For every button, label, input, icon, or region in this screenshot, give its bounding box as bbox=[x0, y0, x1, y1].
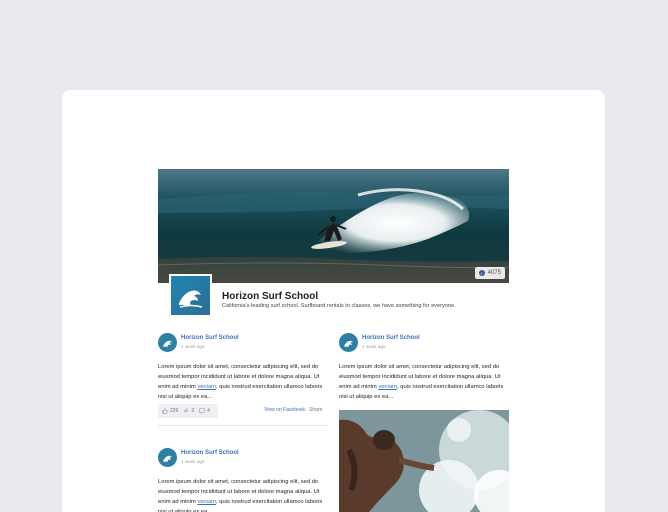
comment-count: 4 bbox=[207, 408, 210, 414]
page-description: California's leading surf school. Surfbo… bbox=[222, 303, 456, 309]
wave-logo-icon bbox=[162, 340, 172, 347]
post-avatar[interactable] bbox=[158, 333, 177, 352]
post: Horizon Surf School 1 week ago Lorem ips… bbox=[339, 333, 509, 403]
thumbs-up-icon bbox=[162, 408, 168, 414]
post-avatar[interactable] bbox=[339, 333, 358, 352]
post: Horizon Surf School 1 week ago Lorem ips… bbox=[158, 448, 328, 512]
wave-logo-icon bbox=[178, 290, 202, 308]
share-count: 3 bbox=[191, 408, 195, 414]
post-author[interactable]: Horizon Surf School bbox=[181, 450, 239, 456]
like-count: 4075 bbox=[487, 270, 501, 276]
feed-card bbox=[62, 90, 605, 512]
divider bbox=[158, 425, 328, 426]
wave-logo-icon bbox=[162, 455, 172, 462]
like-count: 229 bbox=[170, 408, 179, 414]
post-time[interactable]: 1 week ago bbox=[181, 459, 205, 464]
cover-photo: f 4075 bbox=[158, 169, 509, 283]
post-time[interactable]: 1 week ago bbox=[181, 344, 205, 349]
post-link[interactable]: veniam bbox=[197, 499, 216, 505]
share-icon bbox=[184, 408, 190, 413]
post-actions: 229 3 4 bbox=[158, 404, 218, 418]
post-photo[interactable] bbox=[339, 410, 509, 512]
post-link[interactable]: veniam bbox=[197, 384, 216, 390]
post-author[interactable]: Horizon Surf School bbox=[181, 335, 239, 341]
like-action[interactable]: 229 bbox=[162, 408, 178, 414]
share-link[interactable]: · Share bbox=[306, 407, 322, 413]
post-text: Lorem ipsum dolor sit amet, consectetur … bbox=[158, 477, 328, 512]
page-logo[interactable] bbox=[169, 274, 212, 317]
post-text: Lorem ipsum dolor sit amet, consectetur … bbox=[339, 362, 509, 402]
post: Horizon Surf School 1 week ago Lorem ips… bbox=[158, 333, 328, 433]
cover-like-count[interactable]: f 4075 bbox=[474, 267, 505, 279]
share-label: Share bbox=[309, 407, 323, 413]
wave-logo-icon bbox=[343, 340, 353, 347]
post-avatar[interactable] bbox=[158, 448, 177, 467]
post-link[interactable]: veniam bbox=[378, 384, 397, 390]
comment-action[interactable]: 4 bbox=[199, 408, 210, 414]
facebook-icon: f bbox=[478, 270, 485, 276]
post-text: Lorem ipsum dolor sit amet, consectetur … bbox=[158, 362, 328, 402]
share-action[interactable]: 3 bbox=[183, 408, 194, 414]
post-author[interactable]: Horizon Surf School bbox=[362, 335, 420, 341]
post-time[interactable]: 1 week ago bbox=[362, 344, 386, 349]
page-title[interactable]: Horizon Surf School bbox=[222, 291, 318, 302]
comment-icon bbox=[199, 408, 205, 414]
view-on-facebook-link[interactable]: View on Facebook bbox=[264, 407, 305, 413]
